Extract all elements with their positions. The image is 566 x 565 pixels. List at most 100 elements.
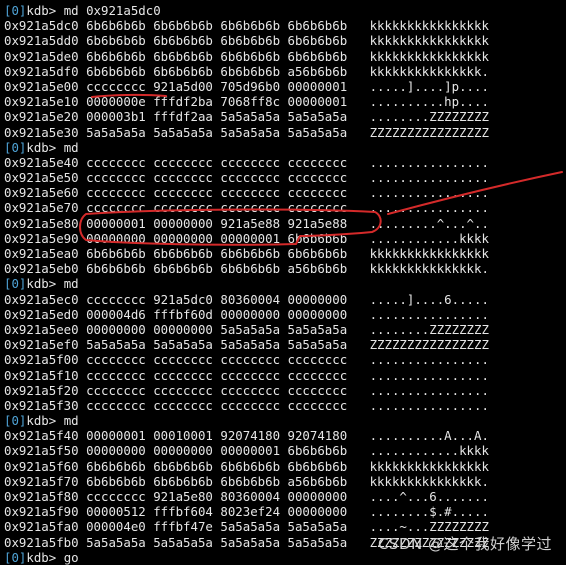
hex-words: 00000000 00000000 00000001 6b6b6b6b (86, 443, 348, 459)
memory-address: 0x921a5dd0 (4, 33, 79, 49)
hex-words: 6b6b6b6b 6b6b6b6b 6b6b6b6b 6b6b6b6b (86, 18, 348, 34)
memory-dump-row: 0x921a5f30 cccccccc cccccccc cccccccc cc… (4, 398, 566, 413)
memory-address: 0x921a5f60 (4, 458, 79, 474)
hex-words: 6b6b6b6b 6b6b6b6b 6b6b6b6b 6b6b6b6b (86, 48, 348, 64)
memory-dump-row: 0x921a5eb0 6b6b6b6b 6b6b6b6b 6b6b6b6b a5… (4, 261, 566, 276)
ascii-dump: ZZZZZZZZZZZZZZZZ (369, 124, 489, 140)
memory-dump-row: 0x921a5f20 cccccccc cccccccc cccccccc cc… (4, 383, 566, 398)
hex-words: cccccccc cccccccc cccccccc cccccccc (86, 352, 348, 368)
command-prompt-line: [0]kdb> md (4, 413, 566, 428)
hex-words: cccccccc cccccccc cccccccc cccccccc (86, 154, 348, 170)
memory-address: 0x921a5de0 (4, 48, 79, 64)
ascii-dump: ........ZZZZZZZZ (369, 321, 489, 337)
memory-address: 0x921a5e10 (4, 94, 79, 110)
command-prompt-line: [0]kdb> md (4, 276, 566, 291)
ascii-dump: ................ (369, 185, 489, 201)
memory-dump-row: 0x921a5f70 6b6b6b6b 6b6b6b6b 6b6b6b6b a5… (4, 474, 566, 489)
memory-address: 0x921a5f00 (4, 352, 79, 368)
memory-address: 0x921a5eb0 (4, 261, 79, 277)
hex-words: 00000001 00010001 92074180 92074180 (86, 428, 348, 444)
hex-words: 5a5a5a5a 5a5a5a5a 5a5a5a5a 5a5a5a5a (86, 124, 348, 140)
command-text: kdb> md 0x921a5dc0 (26, 3, 161, 18)
memory-dump-row: 0x921a5ec0 cccccccc 921a5dc0 80360004 00… (4, 292, 566, 307)
hex-words: cccccccc 921a5dc0 80360004 00000000 (86, 291, 348, 307)
memory-dump-row: 0x921a5ef0 5a5a5a5a 5a5a5a5a 5a5a5a5a 5a… (4, 337, 566, 352)
memory-dump-row: 0x921a5e50 cccccccc cccccccc cccccccc cc… (4, 170, 566, 185)
hex-words: cccccccc 921a5e80 80360004 00000000 (86, 489, 348, 504)
ascii-dump: kkkkkkkkkkkkkkkk (369, 48, 489, 64)
hex-words: 6b6b6b6b 6b6b6b6b 6b6b6b6b a56b6b6b (86, 261, 348, 277)
csdn-watermark: CSDN @这个我好像学过 (377, 535, 552, 553)
command-text: kdb> md (26, 276, 79, 292)
hex-words: 6b6b6b6b 6b6b6b6b 6b6b6b6b 6b6b6b6b (86, 458, 348, 474)
ascii-dump: kkkkkkkkkkkkkkk. (369, 261, 489, 277)
hex-words: cccccccc cccccccc cccccccc cccccccc (86, 170, 348, 186)
memory-address: 0x921a5ee0 (4, 321, 79, 337)
ascii-dump: ................ (369, 170, 489, 186)
memory-address: 0x921a5ec0 (4, 291, 79, 307)
memory-dump-row: 0x921a5ed0 000004d6 fffbf60d 00000000 00… (4, 307, 566, 322)
ascii-dump: ................ (369, 367, 489, 383)
memory-dump-row: 0x921a5e40 cccccccc cccccccc cccccccc cc… (4, 155, 566, 170)
hex-words: cccccccc cccccccc cccccccc cccccccc (86, 382, 348, 398)
memory-address: 0x921a5f30 (4, 397, 79, 413)
ascii-dump: ..........hp.... (369, 94, 489, 110)
hex-words: 00000001 00000000 921a5e88 921a5e88 (86, 215, 348, 231)
memory-address: 0x921a5f90 (4, 504, 79, 520)
memory-dump-row: 0x921a5e00 cccccccc 921a5d00 705d96b0 00… (4, 79, 566, 94)
memory-address: 0x921a5e00 (4, 78, 79, 94)
memory-address: 0x921a5e40 (4, 154, 79, 170)
hex-words: 000004e0 fffbf47e 5a5a5a5a 5a5a5a5a (86, 519, 348, 535)
hex-words: 6b6b6b6b 6b6b6b6b 6b6b6b6b 6b6b6b6b (86, 246, 348, 261)
hex-words: 00000000 00000000 00000001 6b6b6b6b (86, 230, 348, 246)
memory-address: 0x921a5fb0 (4, 534, 79, 550)
ascii-dump: ................ (369, 397, 489, 413)
ascii-dump: kkkkkkkkkkkkkkkk (369, 246, 489, 261)
memory-dump-row: 0x921a5f10 cccccccc cccccccc cccccccc cc… (4, 368, 566, 383)
hex-words: cccccccc cccccccc cccccccc cccccccc (86, 200, 348, 216)
cpu-index-tag: [0] (4, 139, 27, 155)
ascii-dump: ....^...6....... (369, 489, 489, 504)
ascii-dump: ............kkkk (369, 443, 489, 459)
hex-words: cccccccc 921a5d00 705d96b0 00000001 (86, 78, 348, 94)
memory-dump-row: 0x921a5e80 00000001 00000000 921a5e88 92… (4, 216, 566, 231)
ascii-dump: ZZZZZZZZZZZZZZZZ (369, 337, 489, 353)
memory-dump-row: 0x921a5e60 cccccccc cccccccc cccccccc cc… (4, 185, 566, 200)
ascii-dump: ........ZZZZZZZZ (369, 109, 489, 125)
ascii-dump: ................ (369, 382, 489, 398)
ascii-dump: ............kkkk (369, 230, 489, 246)
memory-address: 0x921a5e80 (4, 215, 79, 231)
memory-address: 0x921a5f50 (4, 443, 79, 459)
memory-address: 0x921a5dc0 (4, 18, 79, 34)
ascii-dump: kkkkkkkkkkkkkkkk (369, 18, 489, 34)
memory-address: 0x921a5f20 (4, 382, 79, 398)
hex-words: 0000000e fffdf2ba 7068ff8c 00000001 (86, 94, 348, 110)
memory-dump-row: 0x921a5f80 cccccccc 921a5e80 80360004 00… (4, 489, 566, 504)
ascii-dump: .....]....6..... (369, 291, 489, 307)
terminal-output[interactable]: [0]kdb> md 0x921a5dc0 0x921a5dc0 6b6b6b6b… (4, 3, 566, 565)
memory-dump-row: 0x921a5e70 cccccccc cccccccc cccccccc cc… (4, 200, 566, 215)
ascii-dump: ................ (369, 200, 489, 216)
memory-dump-row: 0x921a5de0 6b6b6b6b 6b6b6b6b 6b6b6b6b 6b… (4, 49, 566, 64)
hex-words: 00000512 fffbf604 8023ef24 00000000 (86, 504, 348, 520)
memory-dump-row: 0x921a5f40 00000001 00010001 92074180 92… (4, 428, 566, 443)
memory-dump-row: 0x921a5f90 00000512 fffbf604 8023ef24 00… (4, 504, 566, 519)
memory-dump-row: 0x921a5ea0 6b6b6b6b 6b6b6b6b 6b6b6b6b 6b… (4, 246, 566, 261)
memory-dump-row: 0x921a5e30 5a5a5a5a 5a5a5a5a 5a5a5a5a 5a… (4, 125, 566, 140)
ascii-dump: ................ (369, 154, 489, 170)
hex-words: 6b6b6b6b 6b6b6b6b 6b6b6b6b a56b6b6b (86, 63, 348, 79)
memory-dump-row: 0x921a5ee0 00000000 00000000 5a5a5a5a 5a… (4, 322, 566, 337)
hex-words: 5a5a5a5a 5a5a5a5a 5a5a5a5a 5a5a5a5a (86, 337, 348, 353)
hex-words: 5a5a5a5a 5a5a5a5a 5a5a5a5a 5a5a5a5a (86, 534, 348, 550)
memory-address: 0x921a5f70 (4, 473, 79, 489)
hex-words: 00000000 00000000 5a5a5a5a 5a5a5a5a (86, 321, 348, 337)
memory-address: 0x921a5fa0 (4, 519, 79, 535)
memory-dump-row: 0x921a5dc0 6b6b6b6b 6b6b6b6b 6b6b6b6b 6b… (4, 18, 566, 33)
memory-address: 0x921a5df0 (4, 63, 79, 79)
command-prompt-line: [0]kdb> md (4, 140, 566, 155)
memory-dump-row: 0x921a5f50 00000000 00000000 00000001 6b… (4, 443, 566, 458)
ascii-dump: .....]....]p.... (369, 78, 489, 94)
hex-words: 6b6b6b6b 6b6b6b6b 6b6b6b6b 6b6b6b6b (86, 33, 348, 49)
command-prompt-line: [0]kdb> md 0x921a5dc0 (4, 3, 566, 18)
memory-address: 0x921a5ed0 (4, 306, 79, 322)
